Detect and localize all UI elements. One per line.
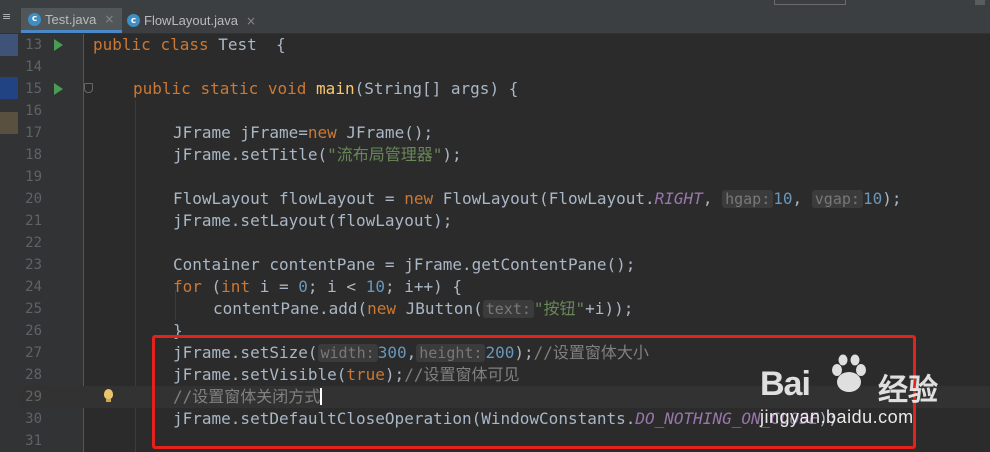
search-box-edge[interactable] bbox=[774, 0, 846, 5]
code-line-21[interactable]: 21 jFrame.setLayout(flowLayout); bbox=[18, 210, 990, 232]
line-number: 19 bbox=[25, 169, 42, 185]
left-tool-strip bbox=[0, 34, 18, 452]
close-icon[interactable]: × bbox=[104, 12, 114, 26]
code-text[interactable]: FlowLayout flowLayout = new FlowLayout(F… bbox=[173, 188, 901, 210]
line-number: 22 bbox=[25, 235, 42, 251]
tool-window-marker[interactable] bbox=[0, 112, 18, 134]
line-number: 25 bbox=[25, 301, 42, 317]
code-text[interactable]: JFrame jFrame=new JFrame(); bbox=[173, 122, 433, 144]
line-number: 23 bbox=[25, 257, 42, 273]
line-number: 21 bbox=[25, 213, 42, 229]
line-number: 30 bbox=[25, 411, 42, 427]
run-icon[interactable] bbox=[54, 83, 63, 95]
fold-icon[interactable] bbox=[84, 83, 93, 93]
code-line-17[interactable]: 17 JFrame jFrame=new JFrame(); bbox=[18, 122, 990, 144]
parameter-hint: hgap: bbox=[722, 190, 774, 208]
code-line-14[interactable]: 14 bbox=[18, 56, 990, 78]
code-line-22[interactable]: 22 bbox=[18, 232, 990, 254]
tool-window-marker[interactable] bbox=[0, 77, 18, 99]
line-number: 31 bbox=[25, 433, 42, 449]
code-text[interactable]: contentPane.add(new JButton(text: "按钮"+i)… bbox=[213, 298, 633, 320]
line-number: 14 bbox=[25, 59, 42, 75]
line-number: 27 bbox=[25, 345, 42, 361]
code-line-15[interactable]: 15 public static void main(String[] args… bbox=[18, 78, 990, 100]
code-line-24[interactable]: 24 for (int i = 0; i < 10; i++) { bbox=[18, 276, 990, 298]
scrollbar-thumb[interactable] bbox=[975, 0, 985, 5]
code-line-25[interactable]: 25 contentPane.add(new JButton(text: "按钮"… bbox=[18, 298, 990, 320]
tab-test-java[interactable]: c Test.java × bbox=[21, 8, 123, 33]
lightbulb-icon[interactable] bbox=[104, 389, 113, 402]
watermark-url: jingyan.baidu.com bbox=[760, 407, 914, 427]
code-text[interactable]: jFrame.setLayout(flowLayout); bbox=[173, 210, 452, 232]
tab-label: FlowLayout.java bbox=[144, 13, 238, 28]
java-class-icon: c bbox=[28, 12, 41, 26]
watermark-brand: Bai bbox=[760, 365, 811, 403]
line-number: 20 bbox=[25, 191, 42, 207]
code-line-23[interactable]: 23 Container contentPane = jFrame.getCon… bbox=[18, 254, 990, 276]
tab-label: Test.java bbox=[45, 11, 97, 27]
run-icon[interactable] bbox=[54, 39, 63, 51]
watermark-brand-cn: 经验 bbox=[878, 373, 938, 408]
editor-tab-bar: ≡ c Test.java × c FlowLayout.java × bbox=[0, 0, 990, 34]
baidu-watermark: Bai 经验 jingyan.baidu.com bbox=[760, 345, 990, 435]
line-number: 28 bbox=[25, 367, 42, 383]
code-line-19[interactable]: 19 bbox=[18, 166, 990, 188]
code-text[interactable]: jFrame.setTitle("流布局管理器"); bbox=[173, 144, 462, 166]
line-number: 18 bbox=[25, 147, 42, 163]
line-number: 17 bbox=[25, 125, 42, 141]
code-text[interactable]: for (int i = 0; i < 10; i++) { bbox=[173, 276, 462, 298]
line-number: 15 bbox=[25, 81, 42, 97]
tool-window-marker[interactable] bbox=[0, 34, 18, 56]
code-line-16[interactable]: 16 bbox=[18, 100, 990, 122]
tab-strip-menu[interactable]: ≡ bbox=[0, 0, 20, 33]
code-line-20[interactable]: 20 FlowLayout flowLayout = new FlowLayou… bbox=[18, 188, 990, 210]
close-icon[interactable]: × bbox=[246, 14, 256, 28]
line-number: 29 bbox=[25, 389, 42, 405]
line-number: 13 bbox=[25, 37, 42, 53]
code-text[interactable]: public class Test { bbox=[93, 34, 286, 56]
paw-icon bbox=[826, 351, 872, 397]
code-text[interactable]: Container contentPane = jFrame.getConten… bbox=[173, 254, 635, 276]
line-number: 26 bbox=[25, 323, 42, 339]
line-number: 16 bbox=[25, 103, 42, 119]
hamburger-icon[interactable]: ≡ bbox=[2, 10, 11, 23]
code-text[interactable]: public static void main(String[] args) { bbox=[133, 78, 518, 100]
java-class-icon: c bbox=[127, 14, 140, 27]
parameter-hint: text: bbox=[482, 300, 534, 318]
line-number: 24 bbox=[25, 279, 42, 295]
code-line-13[interactable]: 13 public class Test { bbox=[18, 34, 990, 56]
code-line-18[interactable]: 18 jFrame.setTitle("流布局管理器"); bbox=[18, 144, 990, 166]
parameter-hint: vgap: bbox=[811, 190, 863, 208]
tab-flowlayout-java[interactable]: c FlowLayout.java × bbox=[120, 8, 264, 33]
